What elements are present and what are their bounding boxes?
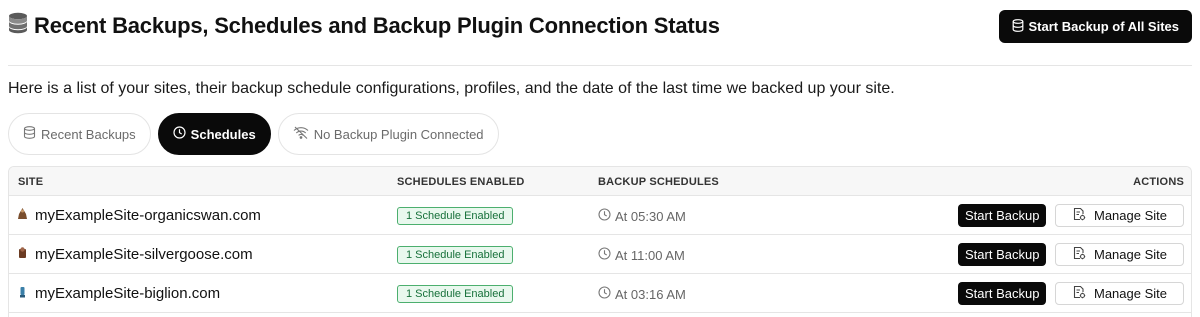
backup-schedule: At 03:16 AM [598, 286, 686, 302]
tab-no-backup-plugin-connected[interactable]: No Backup Plugin Connected [277, 113, 499, 155]
table-row: myExampleSite-organicswan.com 1 Schedule… [9, 196, 1191, 235]
schedule-time: At 11:00 AM [615, 247, 685, 263]
database-icon [1012, 18, 1024, 35]
column-header-schedules-enabled: SCHEDULES ENABLED [397, 176, 525, 188]
page-description: Here is a list of your sites, their back… [8, 80, 895, 97]
clock-icon [598, 208, 611, 224]
backup-schedule: At 05:30 AM [598, 208, 686, 224]
start-backup-button[interactable]: Start Backup [958, 282, 1047, 305]
column-header-actions: ACTIONS [1133, 176, 1184, 188]
schedules-enabled-badge: 1 Schedule Enabled [397, 285, 514, 303]
manage-site-label: Manage Site [1094, 208, 1167, 223]
manage-site-button[interactable]: Manage Site [1055, 204, 1184, 227]
site-cell: myExampleSite-biglion.com [17, 285, 220, 302]
title-wrap: Recent Backups, Schedules and Backup Plu… [8, 12, 720, 39]
table-header: SITE SCHEDULES ENABLED BACKUP SCHEDULES … [9, 167, 1191, 196]
schedule-time: At 03:16 AM [615, 286, 686, 302]
database-icon [23, 126, 36, 142]
clock-icon [598, 286, 611, 302]
site-name[interactable]: myExampleSite-biglion.com [35, 285, 220, 302]
manage-site-label: Manage Site [1094, 247, 1167, 262]
start-backup-button[interactable]: Start Backup [958, 204, 1047, 227]
tab-label: Schedules [190, 126, 256, 142]
manage-site-button[interactable]: Manage Site [1055, 282, 1184, 305]
site-favicon-icon [17, 246, 28, 263]
schedules-table: SITE SCHEDULES ENABLED BACKUP SCHEDULES … [8, 166, 1192, 317]
backup-schedule: At 11:00 AM [598, 247, 685, 263]
tab-schedules[interactable]: Schedules [157, 113, 271, 155]
start-backup-all-sites-label: Start Backup of All Sites [1028, 19, 1180, 34]
document-settings-icon [1072, 285, 1086, 302]
tab-recent-backups[interactable]: Recent Backups [8, 113, 151, 155]
site-favicon-icon [17, 285, 28, 302]
site-favicon-icon [17, 207, 28, 224]
site-name[interactable]: myExampleSite-silvergoose.com [35, 246, 253, 263]
schedule-time: At 05:30 AM [615, 208, 686, 224]
document-settings-icon [1072, 246, 1086, 263]
table-row: myExampleSite-silvergoose.com 1 Schedule… [9, 235, 1191, 274]
site-cell: myExampleSite-organicswan.com [17, 207, 261, 224]
clock-icon [598, 247, 611, 263]
database-icon [8, 12, 28, 39]
wifi-off-icon [293, 126, 309, 142]
document-settings-icon [1072, 207, 1086, 224]
schedules-enabled-badge: 1 Schedule Enabled [397, 207, 514, 225]
column-header-backup-schedules: BACKUP SCHEDULES [598, 176, 719, 188]
header-divider [8, 65, 1192, 66]
clock-icon [173, 126, 186, 142]
manage-site-button[interactable]: Manage Site [1055, 243, 1184, 266]
page-header: Recent Backups, Schedules and Backup Plu… [8, 10, 1192, 44]
site-name[interactable]: myExampleSite-organicswan.com [35, 207, 261, 224]
schedules-enabled-badge: 1 Schedule Enabled [397, 246, 514, 264]
column-header-site: SITE [18, 176, 44, 188]
start-backup-button[interactable]: Start Backup [958, 243, 1047, 266]
site-cell: myExampleSite-silvergoose.com [17, 246, 253, 263]
view-tabs: Recent Backups Schedules No Backup Plugi… [8, 113, 499, 155]
page-title: Recent Backups, Schedules and Backup Plu… [34, 12, 720, 38]
start-backup-all-sites-button[interactable]: Start Backup of All Sites [998, 10, 1192, 43]
tab-label: No Backup Plugin Connected [313, 126, 484, 142]
manage-site-label: Manage Site [1094, 286, 1167, 301]
tab-label: Recent Backups [41, 126, 136, 142]
table-row: myExampleSite-biglion.com 1 Schedule Ena… [9, 274, 1191, 313]
